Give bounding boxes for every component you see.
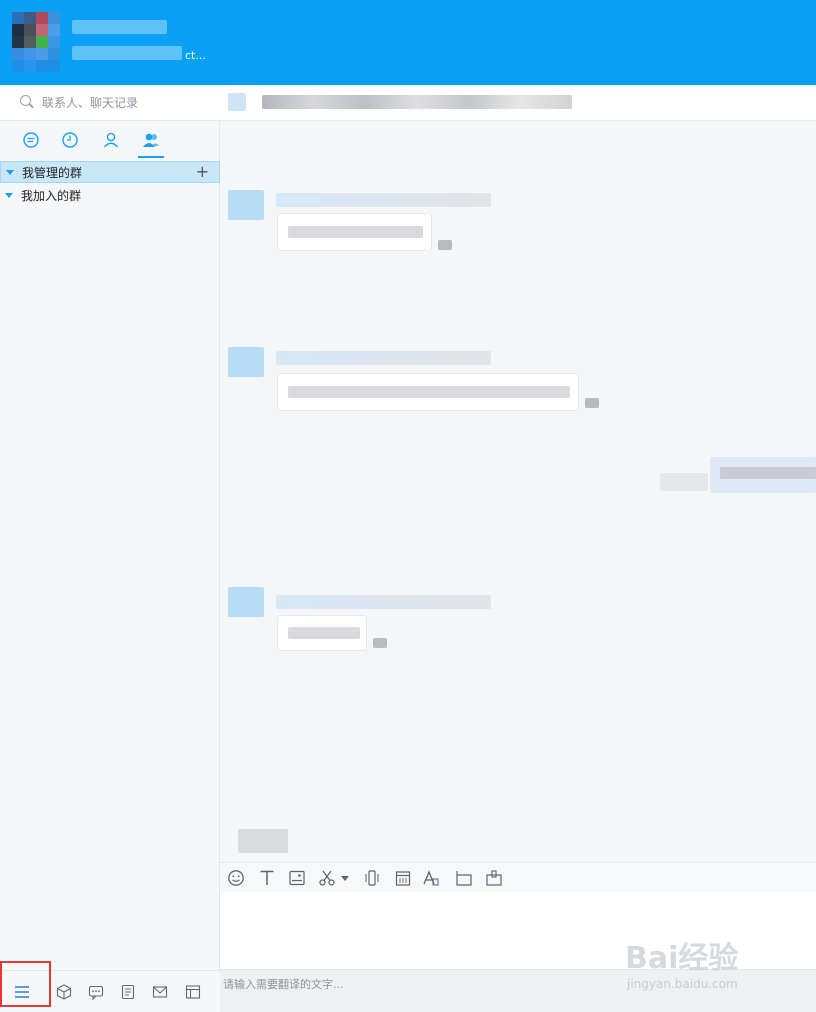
chat-window-button[interactable] <box>87 983 105 1001</box>
message-bubble[interactable] <box>277 615 367 651</box>
message-toolbar <box>220 862 816 892</box>
window-header: ct... <box>0 0 816 85</box>
sender-avatar-blurred <box>228 190 264 220</box>
expand-caret-icon <box>6 169 14 175</box>
sender-avatar-blurred <box>228 587 264 617</box>
group-category-label: 我管理的群 <box>22 165 83 180</box>
font-icon <box>423 870 439 886</box>
clock-icon <box>62 132 78 148</box>
tab-groups[interactable] <box>138 129 164 158</box>
more-options-blurred <box>585 398 599 408</box>
chat-bubble-icon <box>23 132 39 148</box>
emoji-icon <box>228 870 244 886</box>
sender-avatar-blurred <box>228 347 264 377</box>
user-avatar[interactable] <box>12 12 60 72</box>
notes-icon <box>121 984 135 1000</box>
username-blurred <box>72 20 167 34</box>
shake-icon <box>365 870 379 886</box>
emoji-button[interactable] <box>226 869 246 887</box>
text-format-icon <box>260 870 274 885</box>
calendar-icon <box>395 871 411 886</box>
chat-title-icon-blurred <box>228 93 246 111</box>
sender-name-blurred <box>276 193 491 207</box>
layout-button[interactable] <box>184 983 202 1001</box>
image-button[interactable] <box>287 869 307 887</box>
search-input[interactable] <box>42 94 212 112</box>
scissors-icon <box>319 870 335 886</box>
message-text-blurred <box>288 226 423 238</box>
mail-button[interactable] <box>151 983 169 1001</box>
nav-tabs <box>0 121 220 159</box>
self-message-text-blurred <box>720 467 816 479</box>
tab-contacts[interactable] <box>100 129 122 151</box>
layout-icon <box>185 985 201 999</box>
tab-recent[interactable] <box>59 129 81 151</box>
screenshot-cut-button[interactable] <box>317 869 337 887</box>
calendar-button[interactable] <box>393 869 413 887</box>
shake-button[interactable] <box>362 869 382 887</box>
send-file-button[interactable] <box>484 869 504 887</box>
self-message-blurred <box>660 473 708 491</box>
more-options-blurred <box>373 638 387 648</box>
chat-window-icon <box>88 985 104 1000</box>
person-icon <box>103 132 119 148</box>
chat-panel: 请输入需要翻译的文字... <box>220 85 816 1012</box>
file-icon <box>486 870 502 886</box>
chat-title-bar <box>220 85 816 121</box>
search-box <box>0 85 220 121</box>
signature-blurred <box>72 46 182 60</box>
font-button[interactable] <box>421 869 441 887</box>
message-text-blurred <box>288 627 360 639</box>
watermark-logo: Bai经验 <box>625 941 739 976</box>
sender-name-blurred <box>276 351 491 365</box>
add-group-icon[interactable]: + <box>196 164 209 180</box>
chevron-down-icon <box>341 876 349 881</box>
mail-icon <box>152 986 168 998</box>
text-format-button[interactable] <box>257 869 277 887</box>
expand-caret-icon <box>5 192 13 198</box>
group-category-label: 我加入的群 <box>21 188 82 203</box>
screenshot-button[interactable] <box>454 869 474 887</box>
group-icon <box>143 133 159 147</box>
group-category-joined[interactable]: 我加入的群 <box>0 184 220 206</box>
screenshot-options-dropdown[interactable] <box>339 869 351 887</box>
cube-icon <box>56 984 72 1000</box>
watermark-url: jingyan.baidu.com <box>627 977 738 991</box>
message-bubble[interactable] <box>277 373 579 411</box>
more-options-blurred <box>438 240 452 250</box>
screenshot-icon <box>456 871 472 886</box>
annotation-highlight-box <box>0 961 51 1007</box>
translate-placeholder[interactable]: 请输入需要翻译的文字... <box>223 976 344 992</box>
signature-text[interactable]: ct... <box>185 49 206 62</box>
tab-chat[interactable] <box>20 129 42 151</box>
image-icon <box>289 870 305 886</box>
contacts-panel: 我管理的群 + 我加入的群 <box>0 85 220 1012</box>
input-status-blurred <box>238 829 288 853</box>
app-box-button[interactable] <box>55 983 73 1001</box>
search-icon <box>20 95 31 106</box>
baidu-jingyan-watermark: Bai经验 jingyan.baidu.com <box>625 925 775 995</box>
group-category-managed[interactable]: 我管理的群 + <box>0 161 220 183</box>
message-text-blurred <box>288 386 570 398</box>
message-bubble[interactable] <box>277 213 432 251</box>
notes-button[interactable] <box>119 983 137 1001</box>
chat-title-blurred <box>262 95 572 109</box>
sender-name-blurred <box>276 595 491 609</box>
